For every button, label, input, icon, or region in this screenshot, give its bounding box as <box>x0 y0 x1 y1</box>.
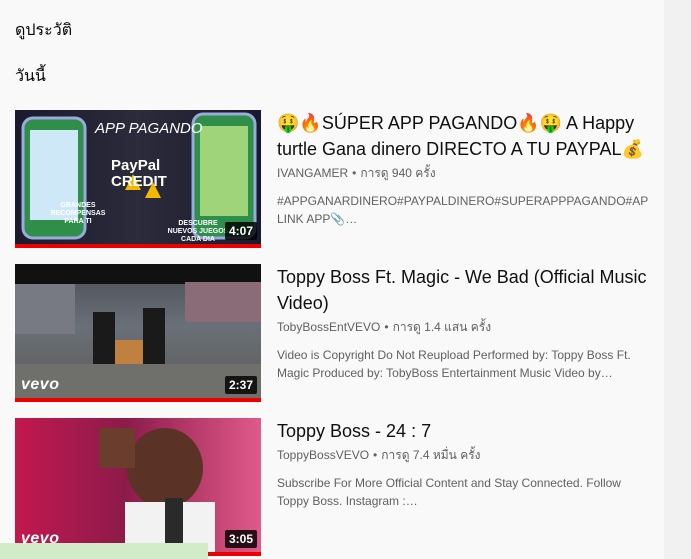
vevo-watermark: vevo <box>21 376 60 393</box>
history-item[interactable]: APP PAGANDO PayPal CREDIT GRANDES RECOMP… <box>15 110 655 250</box>
video-description: Subscribe For More Official Content and … <box>277 476 621 508</box>
view-count: การดู 1.4 แสน ครั้ง <box>392 320 492 334</box>
duration-badge: 2:37 <box>224 376 257 394</box>
video-description: Video is Copyright Do Not Reupload Perfo… <box>277 348 631 380</box>
watch-progress-bar <box>15 244 261 248</box>
section-heading-today: วันนี้ <box>15 68 46 85</box>
thumbnail-left-caption: GRANDES RECOMPENSAS PARA TI <box>50 202 106 225</box>
history-item[interactable]: vevo 3:05 Toppy Boss - 24 : 7 ToppyBossV… <box>15 418 655 558</box>
video-meta: Toppy Boss Ft. Magic - We Bad (Official … <box>277 264 649 382</box>
channel-name[interactable]: TobyBossEntVEVO <box>277 320 380 334</box>
video-byline: ToppyBossVEVO • การดู 7.4 หมื่น ครั้ง <box>277 446 649 464</box>
scrollbar-track[interactable] <box>664 0 691 559</box>
video-thumbnail[interactable]: APP PAGANDO PayPal CREDIT GRANDES RECOMP… <box>15 110 261 248</box>
history-item[interactable]: vevo 2:37 Toppy Boss Ft. Magic - We Bad … <box>15 264 655 404</box>
thumbnail-right-caption: DESCUBRE NUEVOS JUEGOS CADA DIA <box>167 220 229 243</box>
duration-badge: 3:05 <box>224 530 257 548</box>
watch-progress-bar <box>15 398 261 402</box>
channel-name[interactable]: ToppyBossVEVO <box>277 448 369 462</box>
separator-dot: • <box>384 320 389 334</box>
video-byline: TobyBossEntVEVO • การดู 1.4 แสน ครั้ง <box>277 318 649 336</box>
video-thumbnail[interactable]: vevo 3:05 <box>15 418 261 556</box>
duration-badge: 4:07 <box>224 222 257 240</box>
video-description: #APPGANARDINERO#PAYPALDINERO#SUPERAPPPAG… <box>277 194 649 226</box>
view-count: การดู 7.4 หมื่น ครั้ง <box>381 448 481 462</box>
view-count: การดู 940 ครั้ง <box>360 166 436 180</box>
separator-dot: • <box>352 166 357 180</box>
page-title: ดูประวัติ <box>15 22 73 39</box>
video-byline: IVANGAMER • การดู 940 ครั้ง <box>277 164 649 182</box>
thumbnail-overlay-text: APP PAGANDO <box>95 120 203 137</box>
video-thumbnail[interactable]: vevo 2:37 <box>15 264 261 402</box>
video-meta: Toppy Boss - 24 : 7 ToppyBossVEVO • การดู … <box>277 418 649 510</box>
notification-strip <box>0 543 208 559</box>
thumbnail-brand-text: PayPal CREDIT <box>111 157 167 190</box>
video-title[interactable]: Toppy Boss Ft. Magic - We Bad (Official … <box>277 264 649 316</box>
video-title[interactable]: 🤑🔥SÚPER APP PAGANDO🔥🤑 A Happy turtle Gan… <box>277 110 649 162</box>
video-meta: 🤑🔥SÚPER APP PAGANDO🔥🤑 A Happy turtle Gan… <box>277 110 649 228</box>
separator-dot: • <box>373 448 378 462</box>
channel-name[interactable]: IVANGAMER <box>277 166 348 180</box>
video-title[interactable]: Toppy Boss - 24 : 7 <box>277 418 649 444</box>
